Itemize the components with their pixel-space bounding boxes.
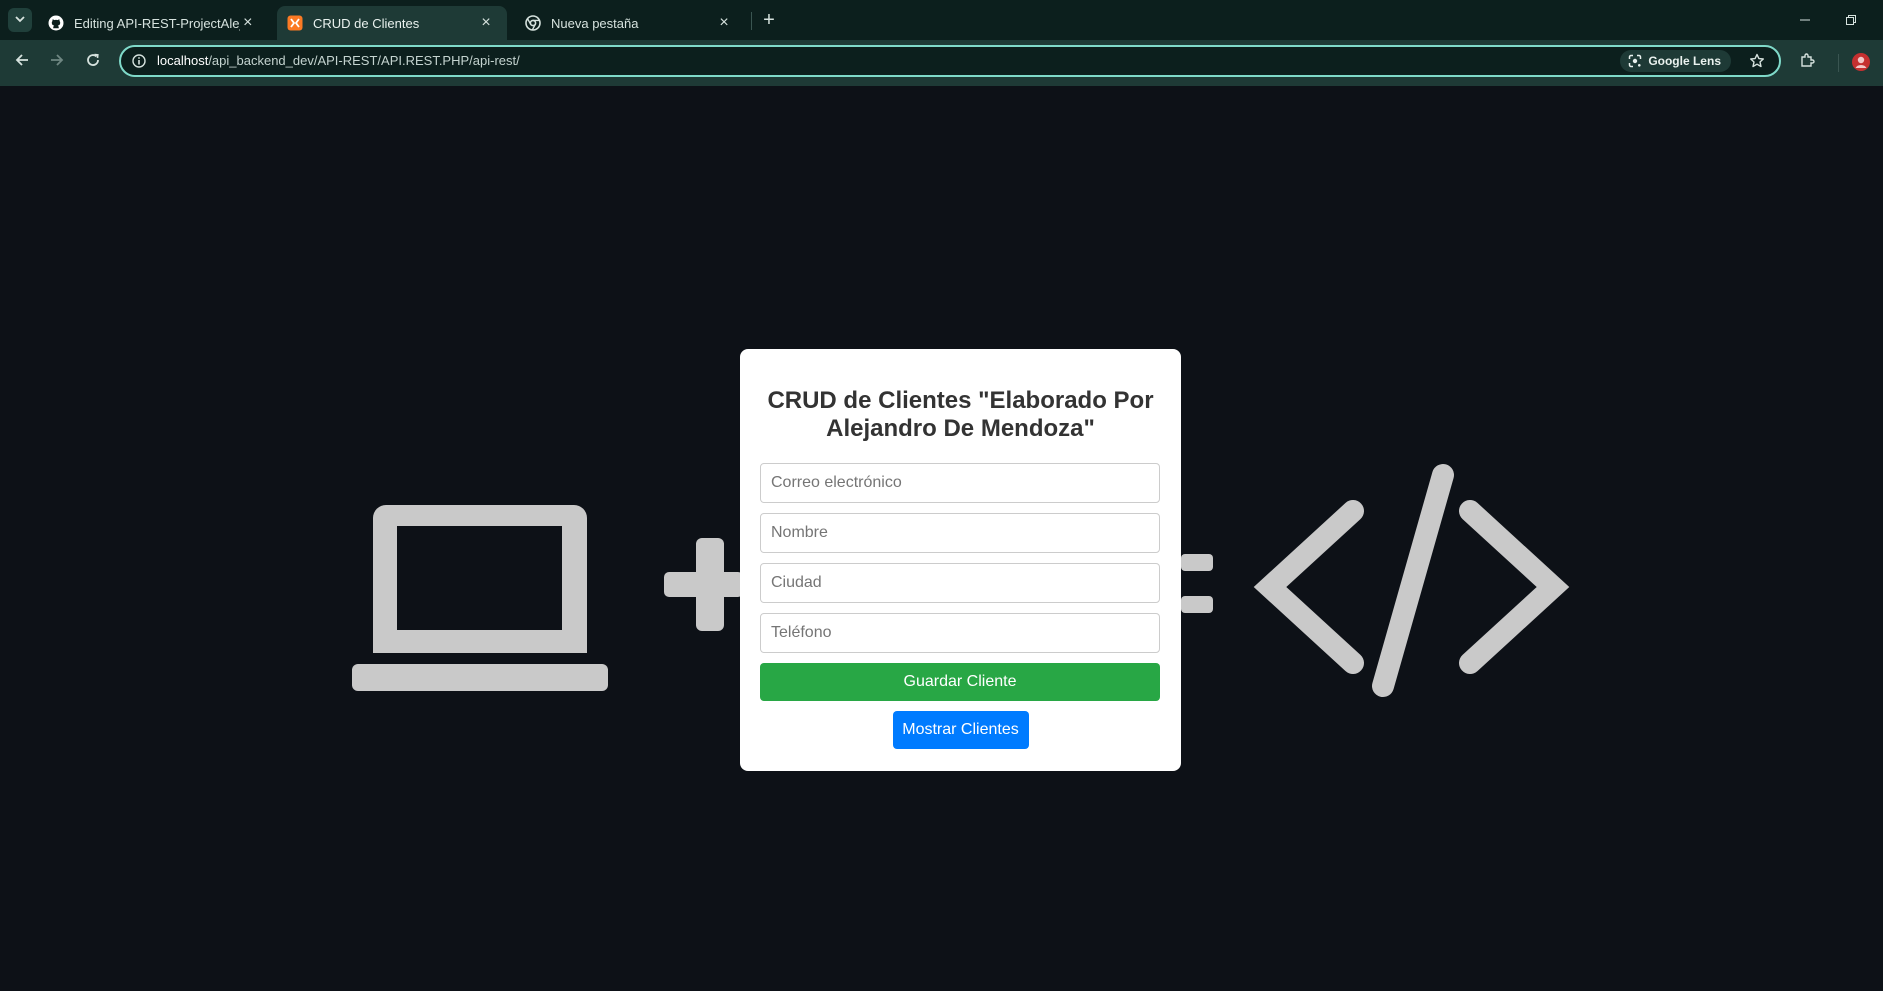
close-icon[interactable]: ×	[715, 14, 733, 32]
arrow-right-icon	[50, 53, 64, 72]
close-icon[interactable]: ×	[240, 14, 256, 32]
toolbar-separator	[1838, 54, 1839, 72]
save-client-button[interactable]: Guardar Cliente	[760, 663, 1160, 701]
minimize-icon	[1800, 12, 1810, 28]
xampp-icon	[287, 15, 303, 31]
equals-sign-icon	[1181, 554, 1213, 613]
profile-avatar[interactable]	[1849, 50, 1873, 74]
page-viewport: CRUD de Clientes "Elaborado Por Alejandr…	[0, 86, 1883, 991]
lens-label: Google Lens	[1648, 54, 1721, 68]
google-lens-button[interactable]: Google Lens	[1620, 50, 1731, 72]
github-icon	[48, 15, 64, 31]
tab-title: Editing API-REST-ProjectAlejan	[74, 15, 240, 31]
back-button[interactable]	[9, 49, 35, 75]
code-brackets-icon	[1253, 464, 1570, 697]
restore-icon	[1846, 12, 1856, 28]
city-field[interactable]	[760, 563, 1160, 603]
extensions-button[interactable]	[1796, 50, 1820, 74]
bookmark-star-icon[interactable]	[1747, 51, 1767, 71]
tab-separator	[751, 12, 752, 30]
browser-chrome: Editing API-REST-ProjectAlejan × CRUD de…	[0, 0, 1883, 86]
tab-nueva-pestana[interactable]: Nueva pestaña ×	[515, 6, 745, 40]
email-field[interactable]	[760, 463, 1160, 503]
page-title: CRUD de Clientes "Elaborado Por Alejandr…	[767, 387, 1154, 442]
restore-button[interactable]	[1836, 6, 1866, 34]
tab-search-button[interactable]	[8, 8, 32, 32]
chrome-icon	[525, 15, 541, 31]
url-text: localhost/api_backend_dev/API-REST/API.R…	[157, 53, 520, 68]
reload-button[interactable]	[80, 49, 106, 75]
tab-title: CRUD de Clientes	[313, 15, 420, 31]
chevron-down-icon	[14, 13, 26, 28]
url-path: /api_backend_dev/API-REST/API.REST.PHP/a…	[208, 53, 520, 68]
tab-crud-clientes[interactable]: CRUD de Clientes ×	[277, 6, 507, 40]
show-clients-button[interactable]: Mostrar Clientes	[892, 711, 1029, 749]
minimize-button[interactable]	[1790, 6, 1820, 34]
phone-field[interactable]	[760, 613, 1160, 653]
site-info-icon[interactable]	[131, 53, 147, 69]
navigation-toolbar: localhost/api_backend_dev/API-REST/API.R…	[0, 40, 1883, 86]
lens-icon	[1628, 54, 1642, 68]
reload-icon	[86, 53, 100, 72]
forward-button[interactable]	[44, 49, 70, 75]
laptop-icon	[352, 505, 608, 691]
tab-strip: Editing API-REST-ProjectAlejan × CRUD de…	[0, 0, 1883, 40]
plus-icon: +	[763, 8, 775, 31]
plus-sign-icon	[664, 538, 743, 631]
tab-editing-github[interactable]: Editing API-REST-ProjectAlejan ×	[38, 6, 268, 40]
arrow-left-icon	[15, 53, 29, 72]
puzzle-icon	[1799, 51, 1817, 74]
client-form-card: CRUD de Clientes "Elaborado Por Alejandr…	[740, 349, 1181, 771]
name-field[interactable]	[760, 513, 1160, 553]
address-bar[interactable]: localhost/api_backend_dev/API-REST/API.R…	[119, 45, 1781, 77]
close-icon[interactable]: ×	[477, 14, 495, 32]
url-host: localhost	[157, 53, 209, 68]
new-tab-button[interactable]: +	[758, 9, 780, 31]
tab-title: Nueva pestaña	[551, 15, 639, 31]
